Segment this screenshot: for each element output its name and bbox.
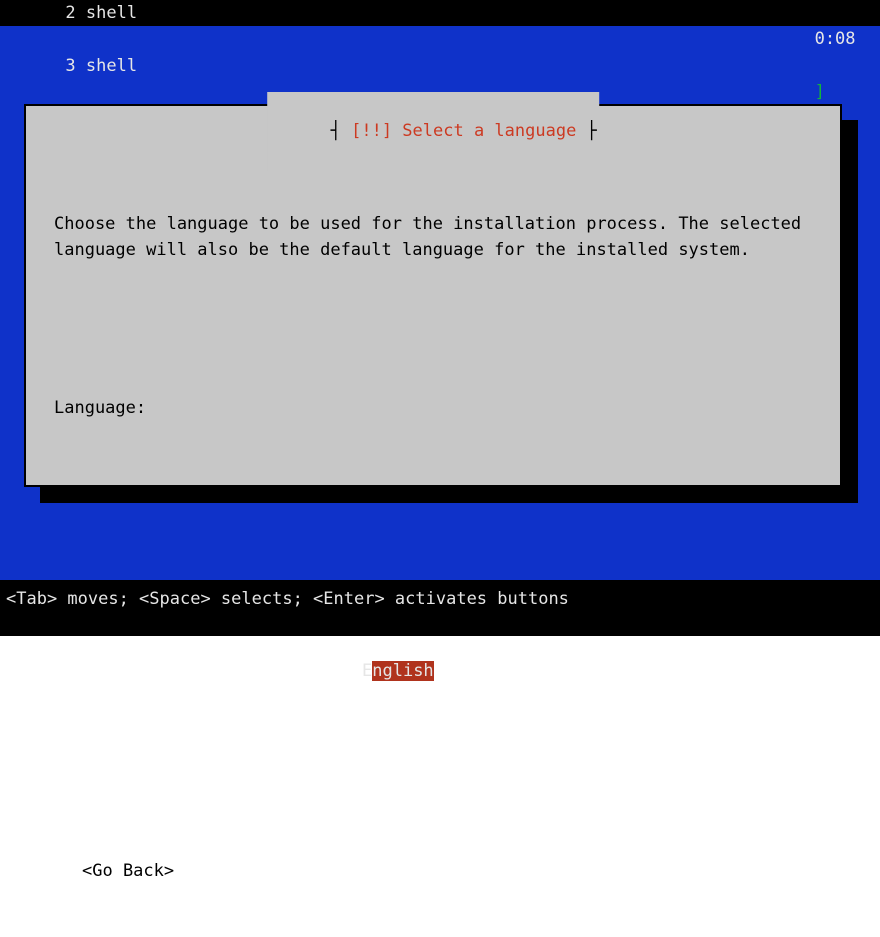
language-dialog: ┤ [!!] Select a language ├ Choose the la… [24,104,842,487]
tab-shell-3[interactable]: 3 shell [65,56,137,76]
installer-screen: [ (1*installer) 2 shell 3 shell 4- log ]… [0,0,880,636]
language-prompt: Language: [54,395,812,421]
clock-time: 0:08 [815,29,856,49]
english-rest: nglish [372,661,433,681]
tab-shell-2[interactable]: 2 shell [65,3,137,23]
dialog-title-text: Select a language [402,121,576,141]
dialog-title: ┤ [!!] Select a language ├ [267,92,599,171]
window-tab-bar: [ (1*installer) 2 shell 3 shell 4- log ]… [0,0,880,26]
title-divider-right-icon: ├ [576,121,596,141]
title-bang-icon: [!!] [351,121,402,141]
dialog-description: Choose the language to be used for the i… [54,211,812,264]
key-hint-bar: <Tab> moves; <Space> selects; <Enter> ac… [0,580,880,636]
language-option-english[interactable]: English [54,658,812,684]
english-hotkey: E [362,661,372,681]
go-back-button[interactable]: <Go Back> [54,858,812,884]
key-hint-text: <Tab> moves; <Space> selects; <Enter> ac… [6,586,569,612]
bracket-close-icon: ] [815,82,825,102]
title-divider-left-icon: ┤ [331,121,351,141]
